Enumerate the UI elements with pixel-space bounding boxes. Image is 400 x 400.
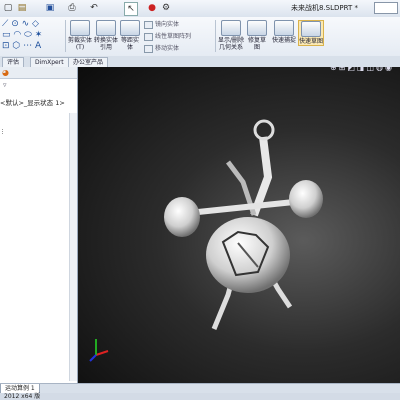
options-gear-icon[interactable]: ⚙ [160, 2, 172, 14]
snap-icon [274, 20, 294, 36]
circle-icon[interactable]: ⊙ [11, 19, 19, 29]
rapid-sketch-icon [301, 21, 321, 37]
move-icon [144, 44, 153, 53]
slot-icon[interactable]: ⊡ [2, 41, 10, 51]
new-file-icon[interactable]: ▢ [2, 2, 14, 14]
model-graphic [89, 119, 323, 362]
dimension-icon[interactable]: ◇ [32, 19, 39, 29]
save-icon[interactable]: ▣ [44, 2, 56, 14]
tree-line [2, 129, 8, 134]
filter-icon[interactable]: ▿ [3, 81, 7, 89]
coordinate-triad-icon [89, 339, 109, 362]
left-pod [164, 197, 200, 237]
document-title: 未来战机8.SLDPRT * [291, 4, 358, 12]
point-icon[interactable]: ✶ [35, 30, 43, 40]
panel-scrollbar[interactable] [69, 113, 77, 381]
repair-icon [247, 20, 267, 36]
rectangle-icon[interactable]: ▭ [2, 30, 11, 40]
search-box[interactable] [374, 2, 398, 14]
aircraft-model [164, 119, 323, 330]
offset-icon [120, 20, 140, 36]
panel-toolbar: ◕ [0, 67, 77, 79]
trim-icon [70, 20, 90, 36]
cut-extrude-button[interactable]: 剪裁实体(T) [67, 20, 93, 51]
tree-root-item[interactable]: <默认>_显示状态 1> [0, 97, 65, 107]
command-manager: ⟋ ⊙ ∿ ◇ ▭ ◠ ⬭ ✶ ⊡ ⬡ ⋯ A 剪裁实体(T) 转换实体引用 等… [0, 17, 400, 57]
linear-pattern-button[interactable]: 线性草图阵列 [144, 31, 191, 41]
repair-sketch-button[interactable]: 修复草图 [246, 20, 268, 51]
ellipse-icon[interactable]: ⬭ [24, 30, 32, 40]
tab-office-products[interactable]: 办公室产品 [68, 57, 109, 67]
select-arrow-icon[interactable]: ↖ [124, 2, 138, 16]
wing-arm [197, 199, 295, 215]
pattern-icon [144, 32, 153, 41]
line-icon[interactable]: ⟋ [2, 19, 8, 29]
show-delete-relations-button[interactable]: 显示/删除几何关系 [217, 20, 245, 51]
title-bar: ▢ ▤ ▣ ⎙ ↶ ↖ ● ⚙ 未来战机8.SLDPRT * [0, 0, 400, 18]
offset-entities-button[interactable]: 等距实体 [119, 20, 141, 51]
print-icon[interactable]: ⎙ [66, 2, 78, 14]
status-bar: 2012 x64 版 [0, 393, 400, 400]
move-entities-button[interactable]: 移动实体 [144, 43, 179, 53]
graphics-viewport[interactable]: ⊕⊞◩◨◫◍◉ [78, 67, 400, 383]
rebuild-traffic-light-icon[interactable]: ● [146, 2, 158, 14]
status-text: 2012 x64 版 [4, 393, 41, 400]
relations-icon [221, 20, 241, 36]
text-icon[interactable]: A [35, 41, 41, 51]
spline-icon[interactable]: ∿ [22, 19, 30, 29]
arc-icon[interactable]: ◠ [13, 30, 21, 40]
feature-manager-panel: ◕ ▿ <默认>_显示状态 1> [0, 67, 78, 383]
separator [215, 20, 216, 52]
display-manager-icon[interactable]: ◕ [2, 68, 9, 77]
convert-icon [96, 20, 116, 36]
separator [65, 20, 66, 52]
convert-entities-button[interactable]: 转换实体引用 [93, 20, 119, 51]
undo-icon[interactable]: ↶ [88, 2, 100, 14]
tab-dimxpert[interactable]: DimXpert [30, 57, 69, 67]
polygon-icon[interactable]: ⬡ [12, 41, 20, 51]
open-folder-icon[interactable]: ▤ [16, 2, 28, 14]
centerline-icon[interactable]: ⋯ [23, 41, 32, 51]
right-pod [289, 180, 323, 218]
mirror-icon [144, 20, 153, 29]
tab-evaluate[interactable]: 评估 [2, 57, 25, 67]
rapid-sketch-button[interactable]: 快速草图 [298, 20, 324, 46]
mirror-entities-button[interactable]: 镜向实体 [144, 19, 179, 29]
quick-snaps-button[interactable]: 快速捕捉 [272, 20, 296, 44]
top-ring [253, 119, 275, 141]
sketch-tools-group: ⟋ ⊙ ∿ ◇ ▭ ◠ ⬭ ✶ ⊡ ⬡ ⋯ A [2, 19, 64, 53]
